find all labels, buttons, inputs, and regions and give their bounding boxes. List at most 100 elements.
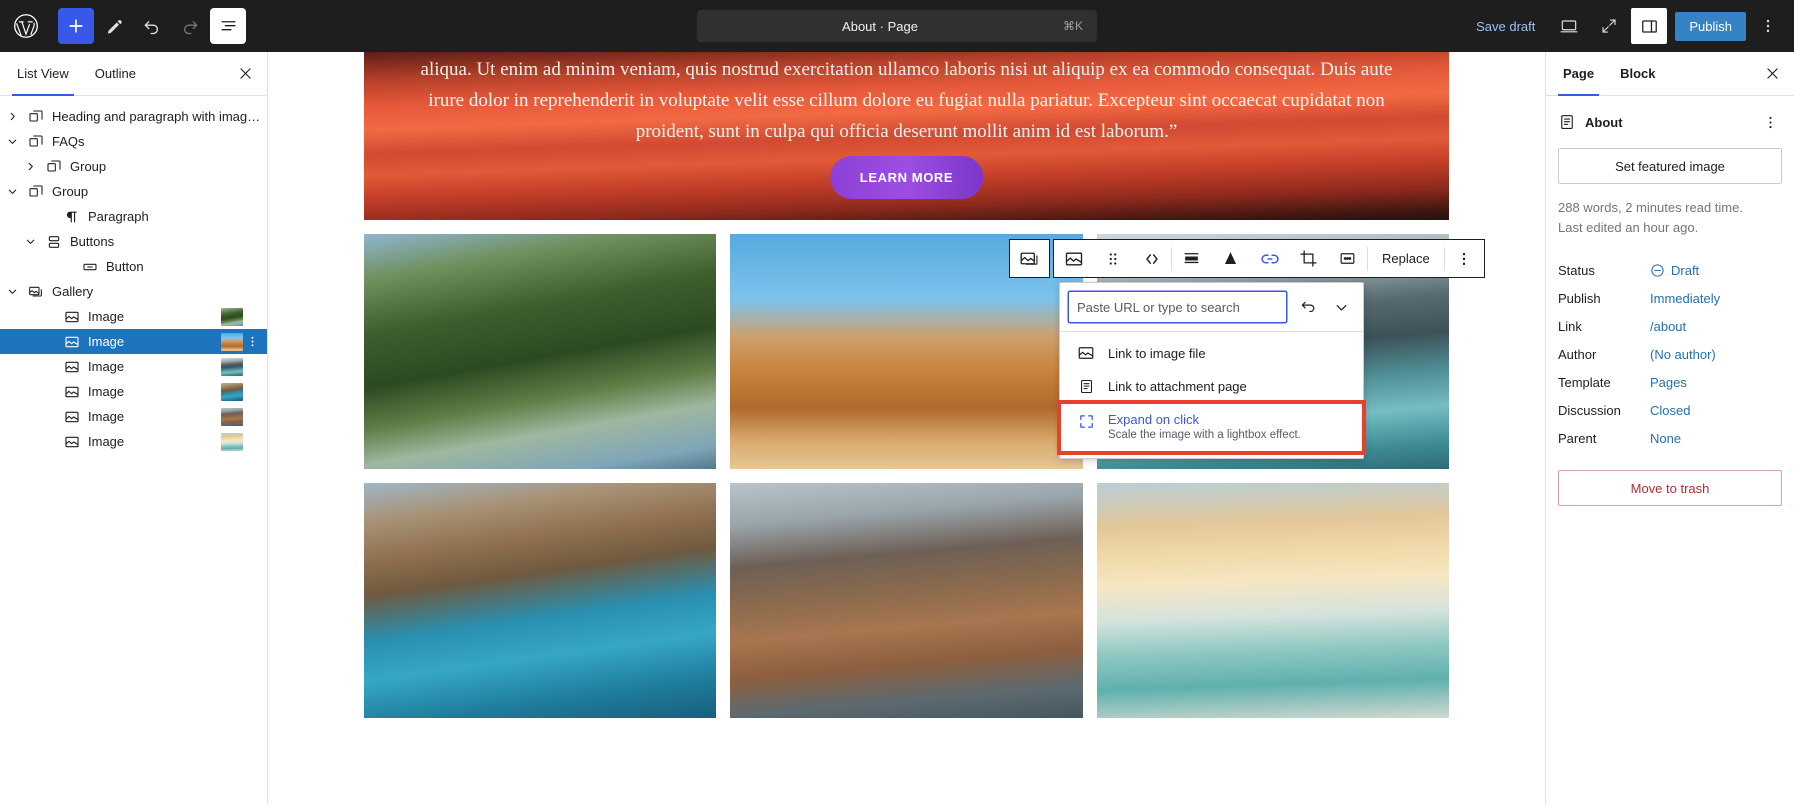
group-block-icon: [24, 184, 48, 200]
block-tree: Heading and paragraph with image on t… FA…: [0, 96, 267, 454]
block-tree-item-image[interactable]: Image: [0, 329, 267, 354]
crop-button[interactable]: [1289, 240, 1328, 277]
set-featured-image-button[interactable]: Set featured image: [1558, 148, 1782, 184]
block-tree-item-button[interactable]: Button: [0, 254, 267, 279]
block-tree-item-group[interactable]: Group: [0, 179, 267, 204]
block-tree-item-image[interactable]: Image: [0, 429, 267, 454]
move-to-trash-button[interactable]: Move to trash: [1558, 470, 1782, 506]
tab-block[interactable]: Block: [1607, 52, 1668, 96]
setting-value-status[interactable]: Draft: [1650, 263, 1699, 278]
preview-button[interactable]: [1551, 8, 1587, 44]
beach-sunset-photo[interactable]: [1096, 483, 1449, 718]
learn-more-button[interactable]: LEARN MORE: [829, 156, 984, 199]
block-tree-item-group[interactable]: Group: [0, 154, 267, 179]
tab-outline[interactable]: Outline: [82, 52, 149, 96]
block-tree-item-image[interactable]: Image: [0, 404, 267, 429]
document-actions-button[interactable]: [1758, 110, 1782, 134]
group-block-icon: [24, 109, 48, 125]
more-image-options-button[interactable]: [1328, 240, 1367, 277]
block-tree-item-label: Image: [88, 309, 125, 324]
chevron-right-icon[interactable]: [0, 111, 24, 122]
setting-value-template[interactable]: Pages: [1650, 375, 1687, 390]
link-option-link-to-attachment-page[interactable]: Link to attachment page: [1060, 370, 1363, 403]
setting-row-discussion: Discussion Closed: [1558, 396, 1782, 424]
chevron-down-icon[interactable]: [0, 186, 24, 197]
block-options-button[interactable]: [243, 335, 261, 348]
close-icon: [237, 65, 254, 82]
editor-top-bar: About · Page ⌘K Save draft Publish: [0, 0, 1794, 52]
link-option-expand-on-click[interactable]: Expand on click Scale the image with a li…: [1057, 400, 1366, 455]
block-tree-item-image[interactable]: Image: [0, 304, 267, 329]
tab-list-view[interactable]: List View: [4, 52, 82, 96]
block-tree-item-buttons[interactable]: Buttons: [0, 229, 267, 254]
block-options-button[interactable]: [1445, 240, 1484, 277]
document-title-search-bar[interactable]: About · Page ⌘K: [697, 10, 1097, 42]
image-block-icon: [1064, 249, 1084, 269]
block-tree-item-image[interactable]: Image: [0, 379, 267, 404]
word-count-label: 288 words, 2 minutes read time.: [1558, 200, 1743, 215]
block-thumbnail: [221, 432, 243, 451]
redo-button[interactable]: [172, 8, 208, 44]
block-tree-item-paragraph[interactable]: Paragraph: [0, 204, 267, 229]
link-button[interactable]: [1250, 240, 1289, 277]
close-settings-sidebar-button[interactable]: [1754, 56, 1790, 92]
block-tree-item-label: Heading and paragraph with image on t…: [52, 109, 261, 124]
list-view-toggle-button[interactable]: [210, 8, 246, 44]
editor-body: List View Outline Heading and paragraph …: [0, 52, 1794, 804]
setting-value-author[interactable]: (No author): [1650, 347, 1716, 362]
setting-value-publish[interactable]: Immediately: [1650, 291, 1720, 306]
close-list-view-button[interactable]: [227, 56, 263, 92]
link-submit-button[interactable]: [1293, 293, 1321, 321]
setting-value-discussion[interactable]: Closed: [1650, 403, 1690, 418]
fullscreen-button[interactable]: [1591, 8, 1627, 44]
link-option-link-to-image-file[interactable]: Link to image file: [1060, 336, 1363, 370]
drag-handle-icon: [1104, 250, 1122, 268]
wordpress-logo-icon[interactable]: [0, 0, 52, 52]
draft-status-icon: [1650, 263, 1665, 278]
settings-sidebar-toggle-button[interactable]: [1631, 8, 1668, 44]
replace-image-button[interactable]: Replace: [1368, 240, 1444, 277]
block-tree-item-gallery[interactable]: Gallery: [0, 279, 267, 304]
settings-sidebar: Page Block About Set featured image 288 …: [1545, 52, 1794, 804]
move-arrows-button[interactable]: [1132, 240, 1171, 277]
setting-value-link[interactable]: /about: [1650, 319, 1686, 334]
block-tree-item-faqs[interactable]: FAQs: [0, 129, 267, 154]
expand-on-click-icon: [1076, 413, 1096, 430]
chevron-down-icon[interactable]: [0, 286, 24, 297]
drag-handle-button[interactable]: [1093, 240, 1132, 277]
tab-page[interactable]: Page: [1550, 52, 1607, 96]
save-draft-button[interactable]: Save draft: [1464, 13, 1547, 40]
chevron-down-icon[interactable]: [18, 236, 42, 247]
forest-river-photo[interactable]: [364, 234, 717, 469]
setting-value-parent[interactable]: None: [1650, 431, 1681, 446]
hero-cover-block[interactable]: aliqua. Ut enim ad minim veniam, quis no…: [364, 52, 1449, 220]
link-url-input[interactable]: [1068, 291, 1287, 323]
setting-label: Publish: [1558, 290, 1601, 306]
more-image-options-icon: [1338, 249, 1357, 268]
setting-label: Discussion: [1558, 402, 1621, 418]
text-color-icon: [1221, 249, 1240, 268]
editor-options-button[interactable]: [1750, 8, 1786, 44]
edit-mode-button[interactable]: [96, 8, 132, 44]
select-parent-gallery-button[interactable]: [1009, 239, 1050, 278]
link-options-expand-button[interactable]: [1327, 293, 1355, 321]
link-option-label: Expand on click: [1108, 412, 1200, 427]
chevron-right-icon[interactable]: [18, 161, 42, 172]
rocky-lighthouse-photo[interactable]: [730, 483, 1083, 718]
block-tree-item-heading-and-paragraph-with-image-on-t[interactable]: Heading and paragraph with image on t…: [0, 104, 267, 129]
image-block-icon: [60, 409, 84, 425]
text-color-button[interactable]: [1211, 240, 1250, 277]
chevron-down-icon[interactable]: [0, 136, 24, 147]
setting-label: Parent: [1558, 430, 1597, 446]
setting-row-template: Template Pages: [1558, 368, 1782, 396]
undo-button[interactable]: [134, 8, 170, 44]
block-tree-item-image[interactable]: Image: [0, 354, 267, 379]
align-button[interactable]: [1172, 240, 1211, 277]
publish-button[interactable]: Publish: [1675, 11, 1746, 41]
link-icon: [1260, 249, 1280, 269]
group-block-icon: [42, 159, 66, 175]
block-toolbar: Replace: [1009, 239, 1485, 278]
coastal-cliff-photo[interactable]: [364, 483, 717, 718]
image-block-button[interactable]: [1054, 240, 1093, 277]
add-block-button[interactable]: [58, 8, 94, 44]
